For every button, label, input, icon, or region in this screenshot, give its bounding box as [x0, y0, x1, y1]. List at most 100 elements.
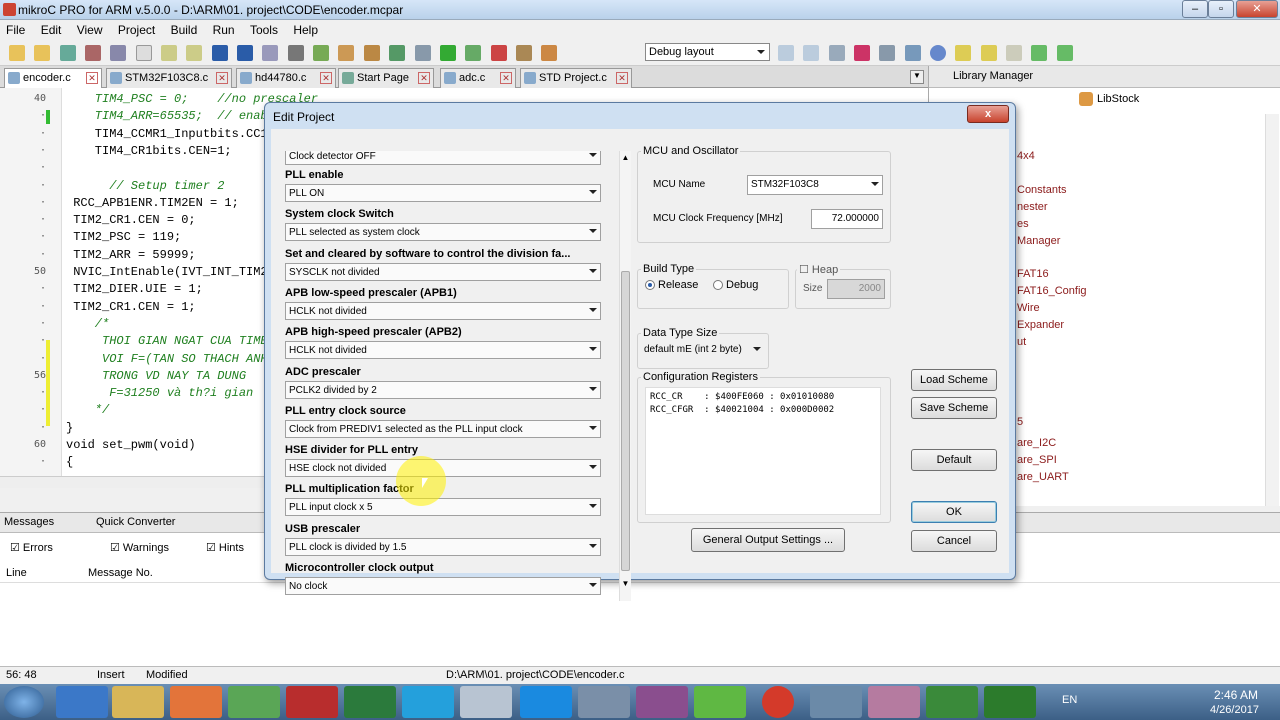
library-item[interactable]: es [1017, 218, 1029, 230]
tab-encoder[interactable]: encoder.c ✕ [4, 68, 102, 88]
general-output-settings-button[interactable]: General Output Settings ... [691, 528, 845, 552]
library-item[interactable]: Constants [1017, 184, 1067, 196]
save-icon[interactable] [211, 45, 228, 61]
lcd-icon[interactable] [904, 45, 921, 61]
start-button[interactable] [4, 686, 44, 718]
code-line[interactable]: VOI F=(TAN SO THACH ANH [66, 352, 268, 366]
build-icon[interactable] [313, 45, 330, 61]
parameter-select[interactable]: PLL input clock x 5 [285, 498, 601, 517]
heap-size-input[interactable]: 2000 [827, 279, 885, 299]
parameter-select[interactable]: HCLK not divided [285, 341, 601, 360]
excel-icon[interactable] [344, 686, 396, 718]
debug-icon[interactable] [414, 45, 431, 61]
tab-std-project[interactable]: STD Project.c ✕ [520, 68, 632, 88]
stop-icon[interactable] [490, 45, 507, 61]
open-icon[interactable] [186, 45, 203, 61]
parameter-select[interactable]: Clock from PREDIV1 selected as the PLL i… [285, 419, 601, 438]
calculator-icon[interactable] [460, 686, 512, 718]
key-icon[interactable] [955, 45, 972, 61]
winrar-icon[interactable] [636, 686, 688, 718]
language-indicator[interactable]: EN [1062, 694, 1077, 706]
skype-icon[interactable] [402, 686, 454, 718]
close-window-button[interactable]: ✕ [1236, 0, 1278, 18]
library-item[interactable]: FAT16_Config [1017, 285, 1087, 297]
tab-quick-converter[interactable]: Quick Converter [96, 516, 175, 528]
close-icon[interactable]: ✕ [216, 72, 228, 84]
help-icon[interactable] [930, 45, 947, 61]
code-line[interactable]: // Setup timer 2 [66, 179, 224, 193]
library-scrollbar[interactable] [1265, 114, 1279, 506]
menu-build[interactable]: Build [165, 20, 204, 40]
code-line[interactable]: } [66, 421, 73, 435]
parameter-select[interactable]: SYSCLK not divided [285, 262, 601, 281]
alarm-icon[interactable] [762, 686, 794, 718]
run-icon[interactable] [465, 45, 482, 61]
code-line[interactable]: TIM2_ARR = 59999; [66, 248, 195, 262]
new-file-icon[interactable] [9, 45, 25, 61]
ascii-icon[interactable] [854, 45, 871, 61]
code-line[interactable]: F=31250 và th?i gian [66, 386, 253, 400]
menu-run[interactable]: Run [207, 20, 241, 40]
hints-filter[interactable]: ☑ Hints [206, 541, 244, 554]
ie-icon[interactable] [56, 686, 108, 718]
code-line[interactable]: TIM2_DIER.UIE = 1; [66, 282, 203, 296]
close-icon[interactable]: ✕ [418, 72, 430, 84]
parameter-select[interactable]: PLL selected as system clock [285, 223, 601, 242]
close-icon[interactable]: ✕ [500, 72, 512, 84]
save-as-icon[interactable] [262, 45, 279, 61]
scroll-thumb[interactable] [621, 271, 630, 571]
back-arrow-icon[interactable] [1031, 45, 1048, 61]
code-line[interactable]: THOI GIAN NGAT CUA TIMER [66, 334, 275, 348]
code-line[interactable]: { [66, 455, 73, 469]
clock-frequency-input[interactable]: 72.000000 [811, 209, 883, 229]
library-item[interactable]: 5 [1017, 416, 1023, 428]
ok-button[interactable]: OK [911, 501, 997, 523]
delete-layout-icon[interactable] [803, 45, 820, 61]
menu-tools[interactable]: Tools [244, 20, 284, 40]
print-icon[interactable] [287, 45, 304, 61]
mikroc-icon[interactable] [228, 686, 280, 718]
info-icon[interactable] [1006, 45, 1023, 61]
cancel-button[interactable]: Cancel [911, 530, 997, 552]
load-scheme-button[interactable]: Load Scheme [911, 369, 997, 391]
media-icon[interactable] [170, 686, 222, 718]
parameter-select[interactable]: HCLK not divided [285, 301, 601, 320]
library-item[interactable]: are_SPI [1017, 454, 1057, 466]
mcu-name-select[interactable]: STM32F103C8 [747, 175, 883, 195]
explorer-icon[interactable] [112, 686, 164, 718]
menu-view[interactable]: View [71, 20, 109, 40]
code-line[interactable]: TRONG VD NAY TA DUNG [66, 369, 246, 383]
dialog-close-button[interactable]: x [967, 105, 1009, 123]
windows-app-icon[interactable] [926, 686, 978, 718]
debug-radio[interactable]: Debug [713, 279, 758, 291]
heap-checkbox[interactable]: ☐ Heap [797, 263, 841, 276]
library-item[interactable]: Wire [1017, 302, 1040, 314]
parameter-select[interactable]: PLL clock is divided by 1.5 [285, 537, 601, 556]
code-line[interactable]: TIM4_CR1bits.CEN=1; [66, 144, 232, 158]
build-all-icon[interactable] [338, 45, 355, 61]
default-button[interactable]: Default [911, 449, 997, 471]
folder-icon[interactable] [161, 45, 178, 61]
active-app-icon[interactable] [984, 686, 1036, 718]
code-line[interactable]: NVIC_IntEnable(IVT_INT_TIM2); [66, 265, 282, 279]
save-all-icon[interactable] [237, 45, 254, 61]
parameter-select[interactable]: PCLK2 divided by 2 [285, 380, 601, 399]
window-app-icon[interactable] [810, 686, 862, 718]
window-icon[interactable] [828, 45, 845, 61]
new-project-icon[interactable] [59, 45, 76, 61]
maximize-button[interactable]: ▫ [1208, 0, 1234, 18]
close-project-icon[interactable] [110, 45, 127, 61]
library-item[interactable]: ut [1017, 336, 1026, 348]
code-line[interactable]: /* [66, 317, 109, 331]
libstock-link[interactable]: LibStock [1079, 92, 1139, 106]
paint-icon[interactable] [868, 686, 920, 718]
minimize-button[interactable]: – [1182, 0, 1208, 18]
code-line[interactable]: RCC_APB1ENR.TIM2EN = 1; [66, 196, 239, 210]
menu-file[interactable]: File [0, 20, 31, 40]
forward-arrow-icon[interactable] [1056, 45, 1073, 61]
zalo-icon[interactable] [520, 686, 572, 718]
tab-adc[interactable]: adc.c ✕ [440, 68, 516, 88]
menu-edit[interactable]: Edit [35, 20, 68, 40]
tab-list-dropdown[interactable]: ▼ [910, 70, 924, 84]
clock-detector-select[interactable]: Clock detector OFF [285, 151, 601, 165]
